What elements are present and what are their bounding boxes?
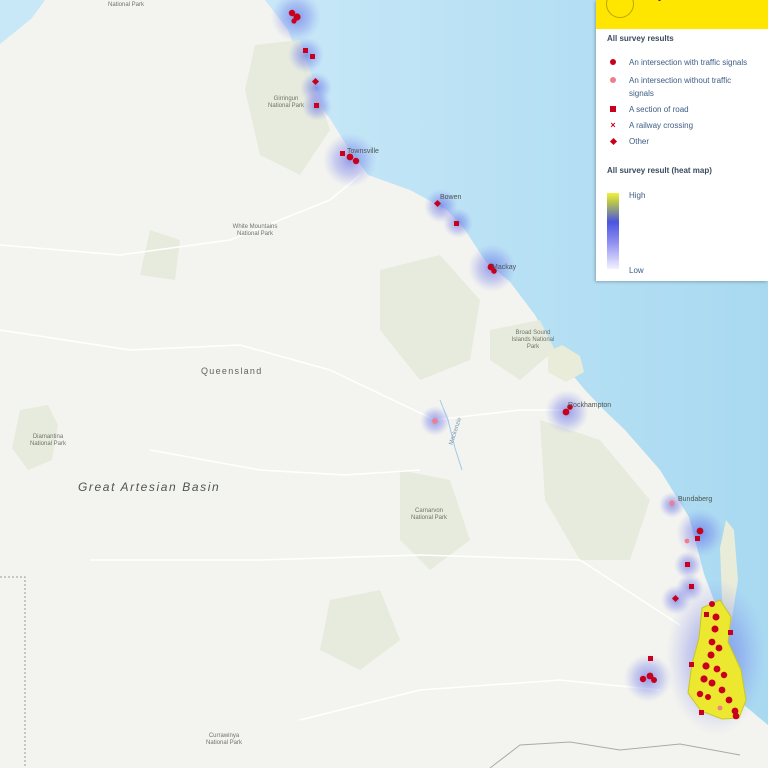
other-diamond-icon xyxy=(608,135,618,148)
legend-label-railway: A railway crossing xyxy=(629,121,694,130)
label-rockhampton: Rockhampton xyxy=(568,402,612,409)
legend-panel: All survey results An intersection with … xyxy=(596,0,768,281)
label-girringun: Girringun National Park xyxy=(267,96,305,109)
label-bowen: Bowen xyxy=(440,194,462,201)
label-bundaberg: Bundaberg xyxy=(678,496,713,503)
legend-survey-title: All survey results xyxy=(607,34,674,43)
label-queensland: Queensland xyxy=(201,366,263,376)
road-section-square-icon xyxy=(608,103,618,116)
no-signals-circle-icon xyxy=(608,74,618,87)
label-carnarvon: Carnarvon National Park xyxy=(410,508,448,521)
railway-cross-icon: × xyxy=(610,120,616,130)
traffic-signals-circle-icon xyxy=(608,56,618,69)
label-diamantina: Diamantina National Park xyxy=(29,434,67,447)
heat-low-label: Low xyxy=(629,266,644,275)
legend-label-signals: An intersection with traffic signals xyxy=(629,58,748,67)
legend-dot-icon xyxy=(658,0,661,1)
label-broad-sound: Broad Sound Islands National Park xyxy=(511,330,555,350)
heatmap-ramp xyxy=(607,193,619,269)
label-white-mountains: White Mountains National Park xyxy=(232,224,278,237)
heat-high-label: High xyxy=(629,191,646,200)
label-great-artesian-basin: Great Artesian Basin xyxy=(78,480,221,494)
label-currawinya: Currawinya National Park xyxy=(205,733,243,746)
legend-logo-icon xyxy=(606,0,634,18)
label-national-park-top: National Park xyxy=(108,2,145,8)
legend-label-road-section: A section of road xyxy=(629,105,689,114)
label-mackay: Mackay xyxy=(492,264,517,271)
legend-label-other: Other xyxy=(629,137,650,146)
label-townsville: Townsville xyxy=(347,148,379,155)
legend-label-no-signals: An intersection without traffic signals xyxy=(629,76,732,98)
legend-header xyxy=(596,0,768,29)
legend-heatmap-title: All survey result (heat map) xyxy=(607,166,712,175)
